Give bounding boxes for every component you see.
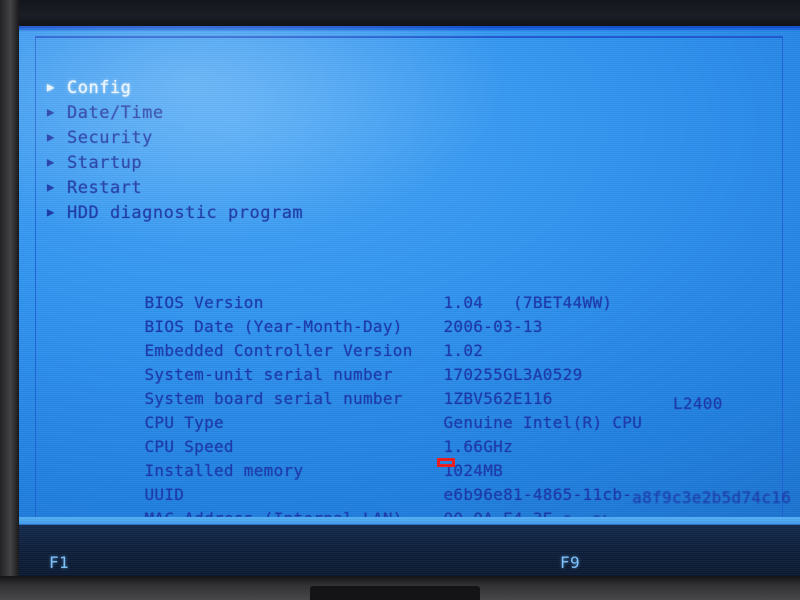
menu-item-restart[interactable]: ▶ Restart bbox=[47, 178, 303, 203]
info-row: BIOS Version 1.04 (7BET44WW) bbox=[65, 274, 791, 312]
submenu-arrow-icon: ▶ bbox=[47, 205, 55, 219]
menu-item-hdd-diagnostic-program[interactable]: ▶ HDD diagnostic program bbox=[47, 203, 303, 228]
bios-help-bar: F1 Help↑↓ Select Item F5/F6 Change Value… bbox=[19, 524, 800, 576]
submenu-arrow-icon: ▶ bbox=[47, 155, 55, 169]
menu-item-label: Startup bbox=[67, 153, 143, 173]
menu-item-label: Config bbox=[67, 78, 132, 98]
info-row: CPU Speed 1.66GHz bbox=[65, 418, 791, 456]
info-row: BIOS Date (Year-Month-Day) 2006-03-13 bbox=[65, 298, 791, 336]
laptop-photo: ▶ Config ▶ Date/Time ▶ Security ▶ Startu… bbox=[0, 0, 800, 600]
menu-item-label: HDD diagnostic program bbox=[67, 203, 304, 223]
submenu-arrow-icon: ▶ bbox=[47, 105, 55, 119]
info-row: CPU Type Genuine Intel(R) CPU L2400 bbox=[65, 394, 791, 432]
menu-item-label: Restart bbox=[67, 178, 143, 198]
submenu-arrow-icon: ▶ bbox=[47, 180, 55, 194]
info-value-model: L2400 bbox=[673, 394, 723, 413]
info-row: MAC Address (Internal LAN)00 0A E4 3E 9c… bbox=[65, 490, 791, 531]
menu-item-label: Security bbox=[67, 128, 153, 148]
screen-bezel-left bbox=[0, 0, 19, 600]
submenu-arrow-icon: ▶ bbox=[47, 130, 55, 144]
submenu-arrow-icon: ▶ bbox=[47, 80, 55, 94]
info-row: Embedded Controller Version 1.02 bbox=[65, 322, 791, 360]
info-row: System board serial number 1ZBV562E116 bbox=[65, 370, 791, 408]
info-row-installed-memory: Installed memory 1024MB bbox=[65, 442, 791, 480]
info-row: UUID e6b96e81-4865-11cb-a8f9c3e2b5d74c16 bbox=[65, 466, 791, 507]
panel-top-edge bbox=[19, 26, 800, 31]
menu-item-config[interactable]: ▶ Config bbox=[47, 78, 303, 103]
help-bar-top-strip bbox=[19, 517, 800, 524]
menu-item-label: Date/Time bbox=[67, 103, 164, 123]
screen-bezel-bottom bbox=[0, 576, 800, 600]
info-row: System-unit serial number 170255GL3A0529 bbox=[65, 346, 791, 384]
system-information-table: BIOS Version 1.04 (7BET44WW) BIOS Date (Y… bbox=[65, 274, 791, 531]
help-bar-row-1-right: F9 Setup Defaults bbox=[560, 527, 800, 572]
screen-bezel-top bbox=[0, 0, 800, 26]
help-bar-row-2-right: F10 Save and Exit bbox=[560, 550, 800, 574]
menu-item-security[interactable]: ▶ Security bbox=[47, 128, 303, 153]
bios-setup-screen: ▶ Config ▶ Date/Time ▶ Security ▶ Startu… bbox=[19, 26, 800, 576]
bios-main-menu: ▶ Config ▶ Date/Time ▶ Security ▶ Startu… bbox=[47, 78, 303, 228]
menu-item-startup[interactable]: ▶ Startup bbox=[47, 153, 303, 178]
menu-item-date-time[interactable]: ▶ Date/Time bbox=[47, 103, 303, 128]
